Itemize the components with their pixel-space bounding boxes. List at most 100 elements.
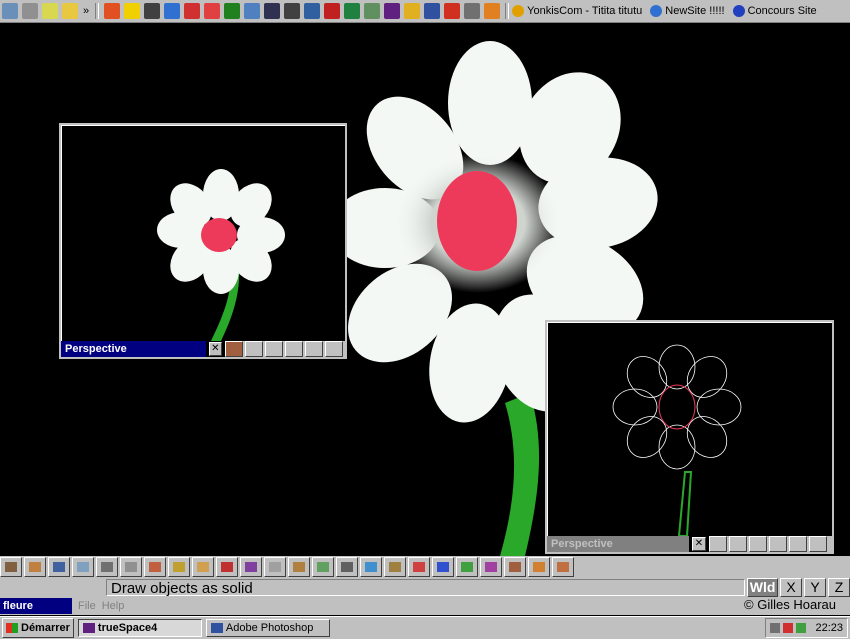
- light-icon[interactable]: [285, 341, 303, 357]
- pencil-icon[interactable]: [404, 3, 421, 19]
- mix-icon[interactable]: [240, 557, 262, 577]
- desktop-icon[interactable]: [2, 3, 18, 19]
- window-title: Perspective: [61, 341, 206, 357]
- window-buttons: [225, 341, 345, 357]
- axes-icon[interactable]: [408, 557, 430, 577]
- close-icon[interactable]: ✕: [692, 537, 706, 551]
- chart-icon[interactable]: [324, 3, 341, 19]
- photoshop-icon: [210, 623, 223, 633]
- camera-icon[interactable]: [305, 341, 323, 357]
- cube-icon[interactable]: [284, 3, 301, 19]
- puzzle-icon[interactable]: [244, 3, 261, 19]
- speaker-icon[interactable]: [770, 623, 781, 633]
- object-tool-icon[interactable]: [24, 557, 46, 577]
- tray-app-icon[interactable]: [783, 623, 794, 633]
- status-message: Draw objects as solid: [106, 579, 745, 597]
- atom-icon[interactable]: [204, 3, 221, 19]
- axis-y-button[interactable]: Y: [804, 578, 826, 597]
- task-truespace4[interactable]: trueSpace4: [77, 619, 202, 637]
- axis-z-button[interactable]: Z: [828, 578, 850, 597]
- sun-icon[interactable]: [484, 3, 501, 19]
- 3d-icon[interactable]: [480, 557, 502, 577]
- more-chevron-icon[interactable]: »: [83, 5, 89, 17]
- link-icon[interactable]: [504, 557, 526, 577]
- menu-file[interactable]: File: [78, 600, 96, 612]
- left-window-titlebar[interactable]: Perspective ✕: [61, 341, 345, 357]
- paint-icon[interactable]: [749, 536, 767, 552]
- yonkis-icon: [512, 5, 525, 17]
- render-icon[interactable]: [729, 536, 747, 552]
- axis-x-button[interactable]: X: [780, 578, 802, 597]
- drop-icon[interactable]: [120, 557, 142, 577]
- perspective-window-right[interactable]: Perspective ✕: [545, 320, 834, 554]
- paint-icon[interactable]: [216, 557, 238, 577]
- box-tool-icon[interactable]: [144, 557, 166, 577]
- box-icon[interactable]: [552, 557, 574, 577]
- link-concours-site[interactable]: Concours Site: [732, 5, 817, 17]
- copyright-text: © Gilles Hoarau: [744, 597, 836, 612]
- drive-icon[interactable]: [22, 3, 38, 19]
- pointer-icon[interactable]: [72, 557, 94, 577]
- ie-icon[interactable]: [164, 3, 181, 19]
- spline-icon[interactable]: [264, 557, 286, 577]
- sphere-icon[interactable]: [192, 557, 214, 577]
- material-icon[interactable]: [709, 536, 727, 552]
- light-icon[interactable]: [769, 536, 787, 552]
- move-icon[interactable]: [96, 557, 118, 577]
- flower-center: [437, 171, 517, 271]
- axis-icon[interactable]: [809, 536, 827, 552]
- menu-help[interactable]: Help: [102, 600, 125, 612]
- task-adobe-photoshop[interactable]: Adobe Photoshop: [205, 619, 330, 637]
- map-icon[interactable]: [364, 3, 381, 19]
- right-stem: [677, 471, 693, 537]
- clock: 22:23: [815, 622, 843, 634]
- calculator-icon[interactable]: [464, 3, 481, 19]
- lifebuoy-icon[interactable]: [184, 3, 201, 19]
- rotate-icon[interactable]: [528, 557, 550, 577]
- cube-tool-icon[interactable]: [360, 557, 382, 577]
- texture-icon[interactable]: [312, 557, 334, 577]
- filmstrip-icon[interactable]: [444, 3, 461, 19]
- tray-network-icon[interactable]: [796, 623, 807, 633]
- camera-icon[interactable]: [789, 536, 807, 552]
- task-label: trueSpace4: [97, 622, 158, 634]
- close-icon[interactable]: ✕: [208, 342, 222, 356]
- pen-icon[interactable]: [144, 3, 161, 19]
- picture-icon[interactable]: [304, 3, 321, 19]
- right-window-titlebar[interactable]: Perspective ✕: [547, 536, 832, 552]
- axis-wld-button[interactable]: Wld: [746, 578, 778, 597]
- link-yonkiscom[interactable]: YonkisCom - Titita titutu: [512, 5, 642, 17]
- book-icon[interactable]: [384, 3, 401, 19]
- warning-icon[interactable]: [124, 3, 141, 19]
- table-icon[interactable]: [424, 3, 441, 19]
- list-icon[interactable]: [336, 557, 358, 577]
- pen-tool-icon[interactable]: [288, 557, 310, 577]
- link-label: NewSite !!!!!: [665, 5, 725, 17]
- undo-icon[interactable]: [0, 557, 22, 577]
- window-buttons: [709, 536, 832, 552]
- grid-icon[interactable]: [432, 557, 454, 577]
- toolbar-separator: [95, 3, 100, 19]
- eyedropper-icon[interactable]: [48, 557, 70, 577]
- landscape-icon[interactable]: [456, 557, 478, 577]
- search-icon[interactable]: [42, 3, 58, 19]
- menu-bar: fleure File Help: [0, 597, 850, 615]
- status-row: Draw objects as solid Wld X Y Z: [0, 578, 850, 597]
- material-icon[interactable]: [225, 341, 243, 357]
- figure-icon[interactable]: [384, 557, 406, 577]
- perspective-window-left[interactable]: Perspective ✕: [59, 123, 347, 359]
- runner-icon[interactable]: [104, 3, 121, 19]
- user-icon[interactable]: [264, 3, 281, 19]
- leaf-icon[interactable]: [224, 3, 241, 19]
- render-icon[interactable]: [245, 341, 263, 357]
- deform-icon[interactable]: [168, 557, 190, 577]
- globe-icon[interactable]: [344, 3, 361, 19]
- folder-icon[interactable]: [62, 3, 78, 19]
- app-name: fleure: [0, 598, 72, 614]
- paint-icon[interactable]: [265, 341, 283, 357]
- main-viewport[interactable]: Perspective ✕ Perspective ✕: [0, 23, 850, 556]
- start-button[interactable]: Démarrer: [2, 618, 74, 638]
- task-label: Adobe Photoshop: [225, 622, 314, 634]
- axis-icon[interactable]: [325, 341, 343, 357]
- link-newsite[interactable]: NewSite !!!!!: [650, 5, 725, 17]
